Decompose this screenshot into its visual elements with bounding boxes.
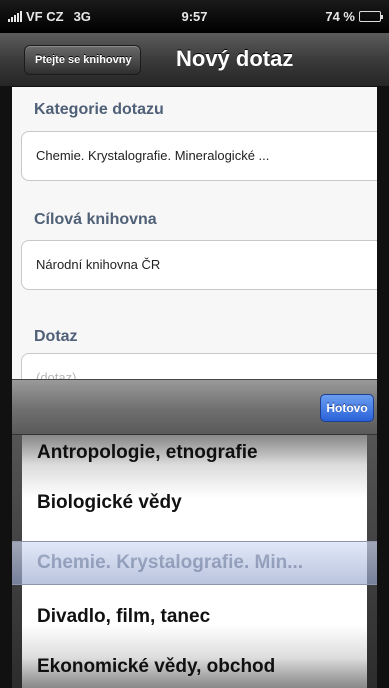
page-title: Nový dotaz: [176, 46, 294, 71]
battery-icon: [359, 11, 383, 22]
picker-item[interactable]: Biologické vědy: [37, 483, 367, 523]
picker-item[interactable]: Ekonomické vědy, obchod: [37, 647, 367, 687]
query-form: Kategorie dotazu Chemie. Krystalografie.…: [12, 87, 377, 379]
query-placeholder: (dotaz): [36, 370, 77, 379]
picker-item[interactable]: Divadlo, film, tanec: [37, 597, 367, 637]
category-label: Kategorie dotazu: [34, 101, 164, 118]
picker-item[interactable]: Antropologie, etnografie: [37, 435, 367, 473]
picker-toolbar: Hotovo: [12, 379, 377, 435]
picker-item-selected[interactable]: Chemie. Krystalografie. Min...: [37, 543, 367, 583]
library-field[interactable]: Národní knihovna ČR: [21, 240, 377, 290]
battery-percent: 74 %: [325, 9, 355, 24]
category-picker[interactable]: Antropologie, etnografie Biologické vědy…: [12, 435, 377, 688]
category-field[interactable]: Chemie. Krystalografie. Mineralogické ..…: [21, 131, 377, 181]
back-button[interactable]: Ptejte se knihovny: [24, 45, 141, 75]
status-bar: VF CZ 3G 9:57 74 %: [0, 0, 389, 33]
query-textarea[interactable]: (dotaz): [21, 353, 377, 379]
library-label: Cílová knihovna: [34, 211, 157, 228]
done-button[interactable]: Hotovo: [320, 394, 374, 422]
picker-wheel[interactable]: Antropologie, etnografie Biologické vědy…: [22, 435, 367, 688]
navigation-bar: Ptejte se knihovny Nový dotaz: [0, 33, 389, 87]
battery-status: 74 %: [325, 9, 383, 24]
query-label: Dotaz: [34, 328, 78, 345]
